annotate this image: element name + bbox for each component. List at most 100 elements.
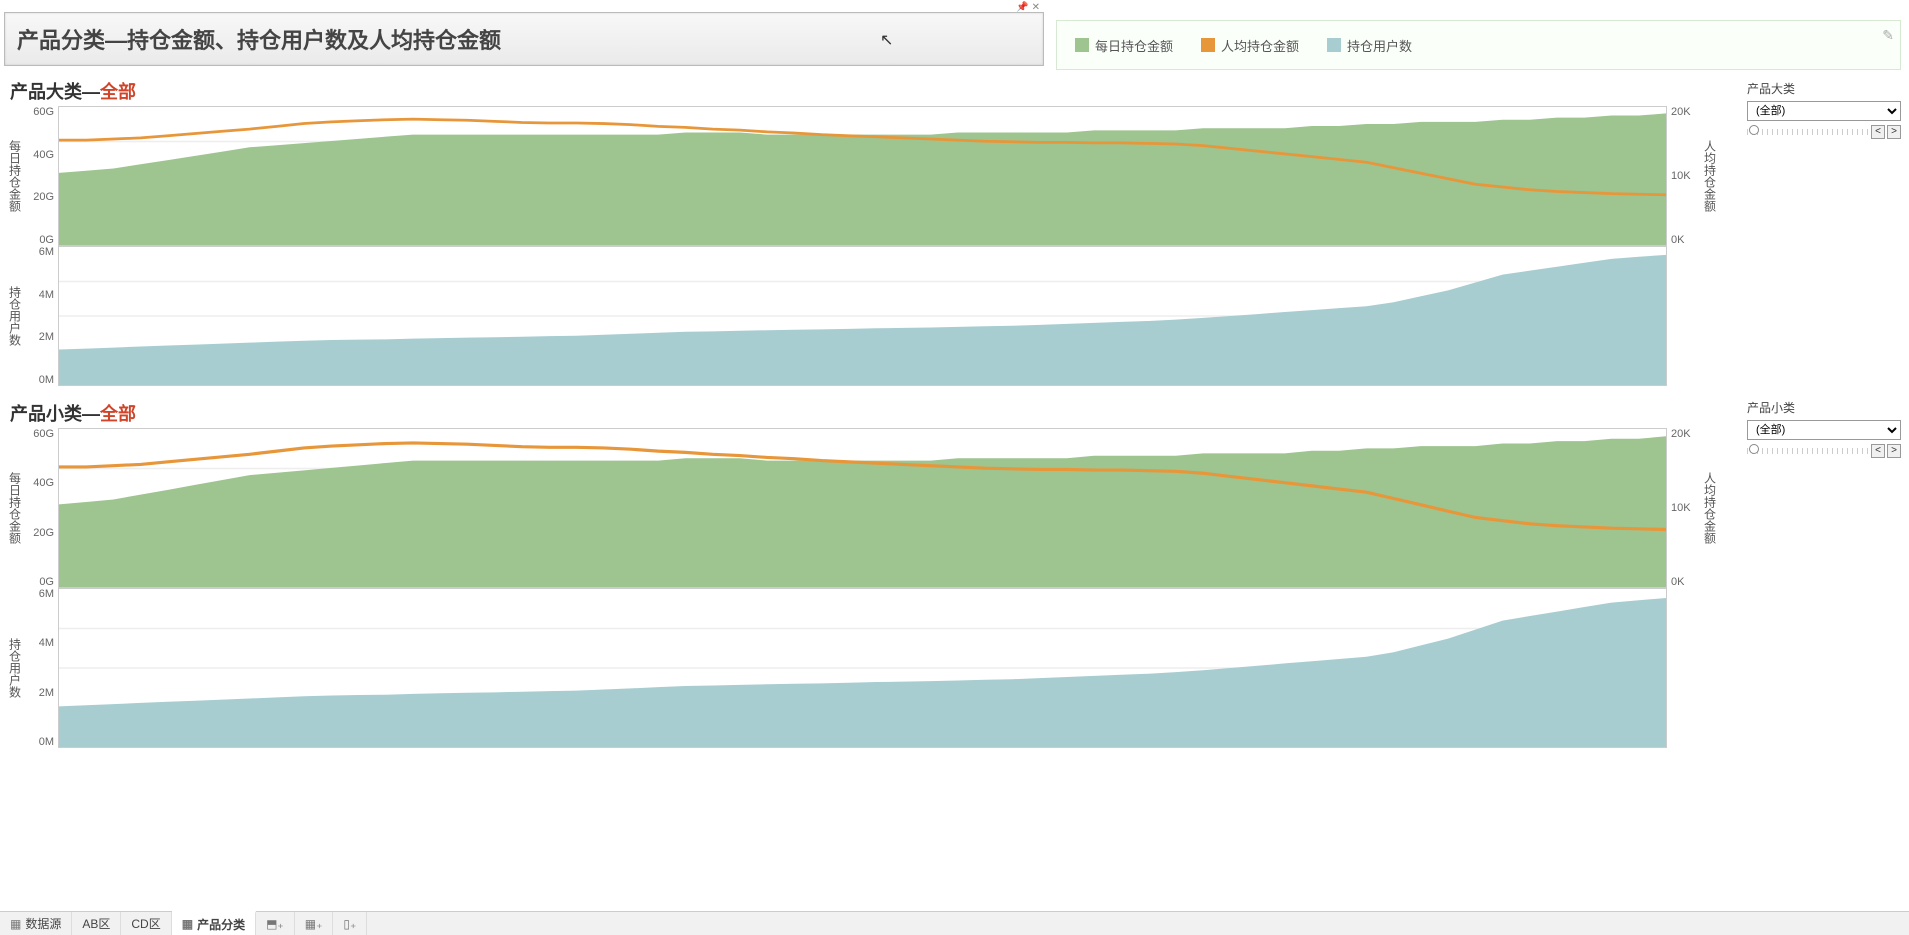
filter-big-select[interactable]: (全部)	[1747, 101, 1901, 121]
yticks-users-small: 6M 4M 2M 0M	[24, 588, 58, 748]
section-title-small: 产品小类—全部	[10, 400, 1719, 426]
legend-item-users[interactable]: 持仓用户数	[1327, 36, 1412, 55]
new-worksheet-button[interactable]: ⬒₊	[256, 912, 295, 935]
legend-label-percap: 人均持仓金额	[1221, 36, 1299, 55]
filter-small-select[interactable]: (全部)	[1747, 420, 1901, 440]
tab-label: 数据源	[25, 915, 61, 932]
dashboard-icon: ▦	[182, 917, 193, 931]
filter-small-label: 产品小类	[1747, 399, 1901, 416]
new-sheet-icon: ⬒₊	[266, 917, 284, 931]
close-icon[interactable]: ✕	[1032, 2, 1040, 13]
tick: 20K	[1671, 106, 1691, 118]
yticks-users-big: 6M 4M 2M 0M	[24, 246, 58, 386]
section-value-small: 全部	[100, 404, 136, 424]
spacer	[1667, 246, 1701, 386]
section-value-big: 全部	[100, 82, 136, 102]
tick: 4M	[39, 637, 54, 649]
axis-label-users-left: 持仓用户数	[6, 246, 24, 386]
slider-prev-icon[interactable]: <	[1871, 125, 1885, 139]
pin-icon[interactable]: 📌	[1016, 2, 1028, 13]
new-story-icon: ▯₊	[343, 917, 356, 931]
legend-item-daily[interactable]: 每日持仓金额	[1075, 36, 1173, 55]
tick: 2M	[39, 331, 54, 343]
legend-label-daily: 每日持仓金额	[1095, 36, 1173, 55]
chart-big-upper-row: 每日持仓金额 60G 40G 20G 0G 20K 10K 0K 人均持仓金额	[6, 106, 1719, 246]
swatch-orange-icon	[1201, 38, 1215, 52]
plot-big-upper[interactable]	[58, 106, 1667, 246]
slider-track[interactable]	[1747, 129, 1869, 135]
tick: 2M	[39, 687, 54, 699]
datasource-icon: ▦	[10, 917, 21, 931]
tick: 4M	[39, 289, 54, 301]
tick: 6M	[39, 588, 54, 600]
tick: 10K	[1671, 170, 1691, 182]
new-dashboard-button[interactable]: ▦₊	[295, 912, 334, 935]
tab-ab[interactable]: AB区	[72, 912, 121, 935]
filter-big: 产品大类 (全部) < >	[1747, 80, 1901, 139]
tab-label: CD区	[131, 915, 160, 932]
dashboard-body: 产品大类—全部 每日持仓金额 60G 40G 20G 0G 20K 10K 0K…	[0, 70, 1909, 911]
chart-small-lower-row: 持仓用户数 6M 4M 2M 0M	[6, 588, 1719, 748]
tick: 6M	[39, 246, 54, 258]
tab-datasource[interactable]: ▦ 数据源	[0, 912, 72, 935]
spacer	[1701, 246, 1719, 386]
dashboard-title: 产品分类—持仓金额、持仓用户数及人均持仓金额	[17, 23, 1031, 55]
slider-next-icon[interactable]: >	[1887, 444, 1901, 458]
legend: 每日持仓金额 人均持仓金额 持仓用户数 ✎	[1056, 20, 1901, 70]
title-box[interactable]: 产品分类—持仓金额、持仓用户数及人均持仓金额	[4, 12, 1044, 66]
tick: 40G	[33, 149, 54, 161]
plot-big-lower[interactable]	[58, 246, 1667, 386]
charts-column: 产品大类—全部 每日持仓金额 60G 40G 20G 0G 20K 10K 0K…	[0, 70, 1739, 911]
spacer	[1701, 588, 1719, 748]
tick: 60G	[33, 428, 54, 440]
tick: 20G	[33, 527, 54, 539]
yticks-daily-right-small: 20K 10K 0K	[1667, 428, 1701, 588]
chart-big-lower-row: 持仓用户数 6M 4M 2M 0M	[6, 246, 1719, 386]
chart-small-upper-row: 每日持仓金额 60G 40G 20G 0G 20K 10K 0K 人均持仓金额	[6, 428, 1719, 588]
title-card: 📌 ✕ 产品分类—持仓金额、持仓用户数及人均持仓金额	[4, 2, 1044, 66]
filter-small: 产品小类 (全部) < >	[1747, 399, 1901, 458]
section-prefix-small: 产品小类—	[10, 404, 100, 424]
tick: 20G	[33, 191, 54, 203]
new-dashboard-icon: ▦₊	[305, 917, 323, 931]
plot-small-upper[interactable]	[58, 428, 1667, 588]
tick: 60G	[33, 106, 54, 118]
section-title-big: 产品大类—全部	[10, 78, 1719, 104]
tab-product[interactable]: ▦ 产品分类	[172, 911, 256, 935]
section-prefix-big: 产品大类—	[10, 82, 100, 102]
tick: 40G	[33, 477, 54, 489]
yticks-daily-left-big: 60G 40G 20G 0G	[24, 106, 58, 246]
slider-thumb-icon[interactable]	[1749, 444, 1759, 454]
tick: 0G	[39, 234, 54, 246]
yticks-daily-left-small: 60G 40G 20G 0G	[24, 428, 58, 588]
filter-small-slider[interactable]: < >	[1747, 444, 1901, 458]
swatch-green-icon	[1075, 38, 1089, 52]
slider-next-icon[interactable]: >	[1887, 125, 1901, 139]
tick: 0K	[1671, 234, 1684, 246]
tick: 0K	[1671, 576, 1684, 588]
axis-label-daily-left: 每日持仓金额	[6, 106, 24, 246]
tick: 0M	[39, 736, 54, 748]
legend-highlight-icon[interactable]: ✎	[1882, 27, 1894, 44]
title-toolbar: 📌 ✕	[4, 2, 1044, 12]
chart-group-small: 每日持仓金额 60G 40G 20G 0G 20K 10K 0K 人均持仓金额 …	[6, 428, 1719, 748]
bottom-tabs: ▦ 数据源 AB区 CD区 ▦ 产品分类 ⬒₊ ▦₊ ▯₊	[0, 911, 1909, 935]
slider-thumb-icon[interactable]	[1749, 125, 1759, 135]
slider-prev-icon[interactable]: <	[1871, 444, 1885, 458]
tick: 10K	[1671, 502, 1691, 514]
chart-group-big: 每日持仓金额 60G 40G 20G 0G 20K 10K 0K 人均持仓金额 …	[6, 106, 1719, 386]
tab-cd[interactable]: CD区	[121, 912, 171, 935]
yticks-daily-right-big: 20K 10K 0K	[1667, 106, 1701, 246]
tab-label: AB区	[82, 915, 110, 932]
spacer	[1667, 588, 1701, 748]
axis-label-daily-left-2: 每日持仓金额	[6, 428, 24, 588]
axis-label-daily-right-2: 人均持仓金额	[1701, 428, 1719, 588]
plot-small-lower[interactable]	[58, 588, 1667, 748]
slider-track[interactable]	[1747, 448, 1869, 454]
filter-big-slider[interactable]: < >	[1747, 125, 1901, 139]
new-story-button[interactable]: ▯₊	[333, 912, 367, 935]
legend-label-users: 持仓用户数	[1347, 36, 1412, 55]
tick: 20K	[1671, 428, 1691, 440]
swatch-teal-icon	[1327, 38, 1341, 52]
legend-item-percap[interactable]: 人均持仓金额	[1201, 36, 1299, 55]
